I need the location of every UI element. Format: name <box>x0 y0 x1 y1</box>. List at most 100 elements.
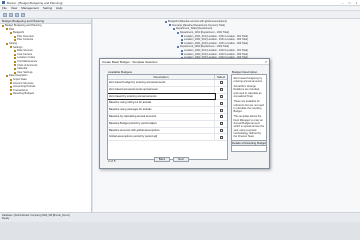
node-icon <box>181 49 183 52</box>
folder-icon <box>14 57 16 60</box>
available-budgets-table: Description Select Zero based budget by … <box>107 74 228 160</box>
back-button[interactable]: Back <box>154 157 170 162</box>
folder-icon <box>10 31 12 34</box>
menu-help[interactable]: Help <box>56 6 62 10</box>
select-checkbox[interactable]: ✓ <box>219 108 223 112</box>
toolbar <box>0 11 360 19</box>
select-checkbox[interactable]: ✓ <box>219 88 223 92</box>
budget-description-cell[interactable]: Baseline using averages for actuals <box>108 107 215 113</box>
select-cell: ✓ <box>215 88 227 92</box>
menu-file[interactable]: File <box>2 6 7 10</box>
menu-view[interactable]: View <box>11 6 17 10</box>
select-cell: ✓ <box>215 108 227 112</box>
folder-icon <box>10 85 12 88</box>
template-selection-dialog: Create Basic Budget - Template Selection… <box>99 58 270 169</box>
table-row[interactable]: Baseline Budget period by period adjust ✓ <box>108 120 227 128</box>
next-button[interactable]: Next <box>173 157 189 162</box>
select-checkbox[interactable]: ✓ <box>219 115 223 119</box>
folder-icon <box>14 67 16 70</box>
refresh-icon[interactable] <box>21 12 25 17</box>
budget-description-cell[interactable]: Zero based budget by entering annual amo… <box>108 80 215 86</box>
select-cell: ✓ <box>215 115 227 119</box>
navigation-panel: Budget Budgeting and Planning Budget Bud… <box>0 19 92 212</box>
node-icon <box>173 27 175 30</box>
status-ready: Ready <box>2 217 10 220</box>
node-icon <box>181 53 183 56</box>
budget-description-cell[interactable]: Baseline by calculating annual amounts <box>108 113 215 120</box>
select-checkbox[interactable]: ✓ <box>219 94 223 98</box>
table-row[interactable]: Baseline by calculating annual amounts ✓ <box>108 113 227 121</box>
select-cell: ✓ <box>215 128 227 132</box>
page-indicator: 2 of 5 <box>108 159 116 163</box>
select-checkbox[interactable]: ✓ <box>219 128 223 132</box>
folder-icon <box>14 53 16 56</box>
folder-icon <box>10 82 12 85</box>
folder-icon <box>10 46 12 49</box>
node-icon <box>181 35 183 38</box>
folder-icon <box>14 49 16 52</box>
open-icon[interactable] <box>9 12 13 17</box>
select-checkbox[interactable]: ✓ <box>219 122 223 126</box>
maximize-icon[interactable]: □ <box>347 1 352 5</box>
folder-icon <box>6 42 8 45</box>
minimize-icon[interactable]: – <box>340 1 345 5</box>
budget-description-cell[interactable]: Baseline using rolling 12 for actuals <box>108 100 215 107</box>
node-icon <box>177 31 179 34</box>
select-cell: ✓ <box>215 101 227 105</box>
table-row[interactable]: Zero based by entering annual amounts ✓ <box>108 93 227 101</box>
save-icon[interactable] <box>15 12 19 17</box>
budget-description-cell[interactable]: Zero based by entering annual amounts <box>108 93 216 100</box>
table-body: Zero based budget by entering annual amo… <box>108 80 227 142</box>
details-button[interactable]: Details of Resulting Budget <box>231 140 267 146</box>
select-cell: ✓ <box>215 122 227 126</box>
close-window-icon[interactable]: × <box>354 1 359 5</box>
table-row[interactable]: Baseline using rolling 12 for actuals ✓ <box>108 100 227 108</box>
node-icon <box>169 24 171 27</box>
tree-item[interactable]: Resulting Budgets <box>0 92 91 96</box>
node-icon <box>181 38 183 41</box>
select-checkbox[interactable]: ✓ <box>219 81 223 85</box>
status-bar: Database: [Administrator Company] DEF_DB… <box>0 212 360 222</box>
node-icon <box>181 42 183 45</box>
budget-description-cell[interactable]: Global assumptions period by period adj <box>108 134 215 141</box>
select-checkbox[interactable]: ✓ <box>219 135 223 139</box>
folder-icon <box>6 75 8 78</box>
select-cell: ✓ <box>215 81 227 85</box>
table-row[interactable]: Baseline using averages for actuals ✓ <box>108 107 227 114</box>
table-row[interactable]: Zero based annual amounts spread even ✓ <box>108 86 227 94</box>
table-row[interactable]: Zero based budget by entering annual amo… <box>108 80 227 87</box>
folder-icon <box>6 28 8 31</box>
node-icon <box>165 20 167 23</box>
dialog-title: Create Basic Budget - Template Selection <box>100 59 269 65</box>
window-controls: – □ × <box>340 1 359 5</box>
select-cell: ✓ <box>215 135 227 139</box>
description-paragraph: This template allows the Dept Manager to… <box>233 115 265 139</box>
new-icon[interactable] <box>3 12 7 17</box>
select-checkbox[interactable]: ✓ <box>219 101 223 105</box>
description-paragraph: Zero based budgeting by entering annual … <box>233 76 263 83</box>
navigation-tree: Budget Budgeting and Planning Plan Budget0… <box>0 24 91 96</box>
close-icon[interactable]: × <box>265 59 267 65</box>
menu-setting[interactable]: Setting <box>43 6 52 10</box>
description-paragraph: These are available for reference but ar… <box>233 100 264 114</box>
folder-icon <box>14 60 16 63</box>
tree-item-label: Resulting Budgets <box>13 92 35 96</box>
column-select: Select <box>216 75 226 79</box>
budget-description-cell[interactable]: Baseline amounts with global assumptions <box>108 127 215 134</box>
node-icon <box>177 45 179 48</box>
column-description: Description <box>108 75 215 79</box>
folder-icon <box>2 24 4 27</box>
folder-icon <box>10 89 12 92</box>
folder-icon <box>10 78 12 81</box>
window-title: Bursar - [Budget Budgeting and Planning] <box>7 0 63 5</box>
app-icon <box>2 1 5 4</box>
table-row[interactable]: Baseline amounts with global assumptions… <box>108 127 227 135</box>
select-cell: ✓ <box>215 94 227 98</box>
tree-item-label: Plan Contexts <box>17 38 34 42</box>
menu-management[interactable]: Management <box>21 6 39 10</box>
description-paragraph: Actual Rev Change Relatives are included… <box>233 85 262 98</box>
budget-description-cell[interactable]: Zero based annual amounts spread even <box>108 86 215 93</box>
folder-icon <box>10 93 12 96</box>
budget-description-cell[interactable]: Baseline Budget period by period adjust <box>108 120 215 127</box>
table-row[interactable]: Global assumptions period by period adj ✓ <box>108 134 227 142</box>
